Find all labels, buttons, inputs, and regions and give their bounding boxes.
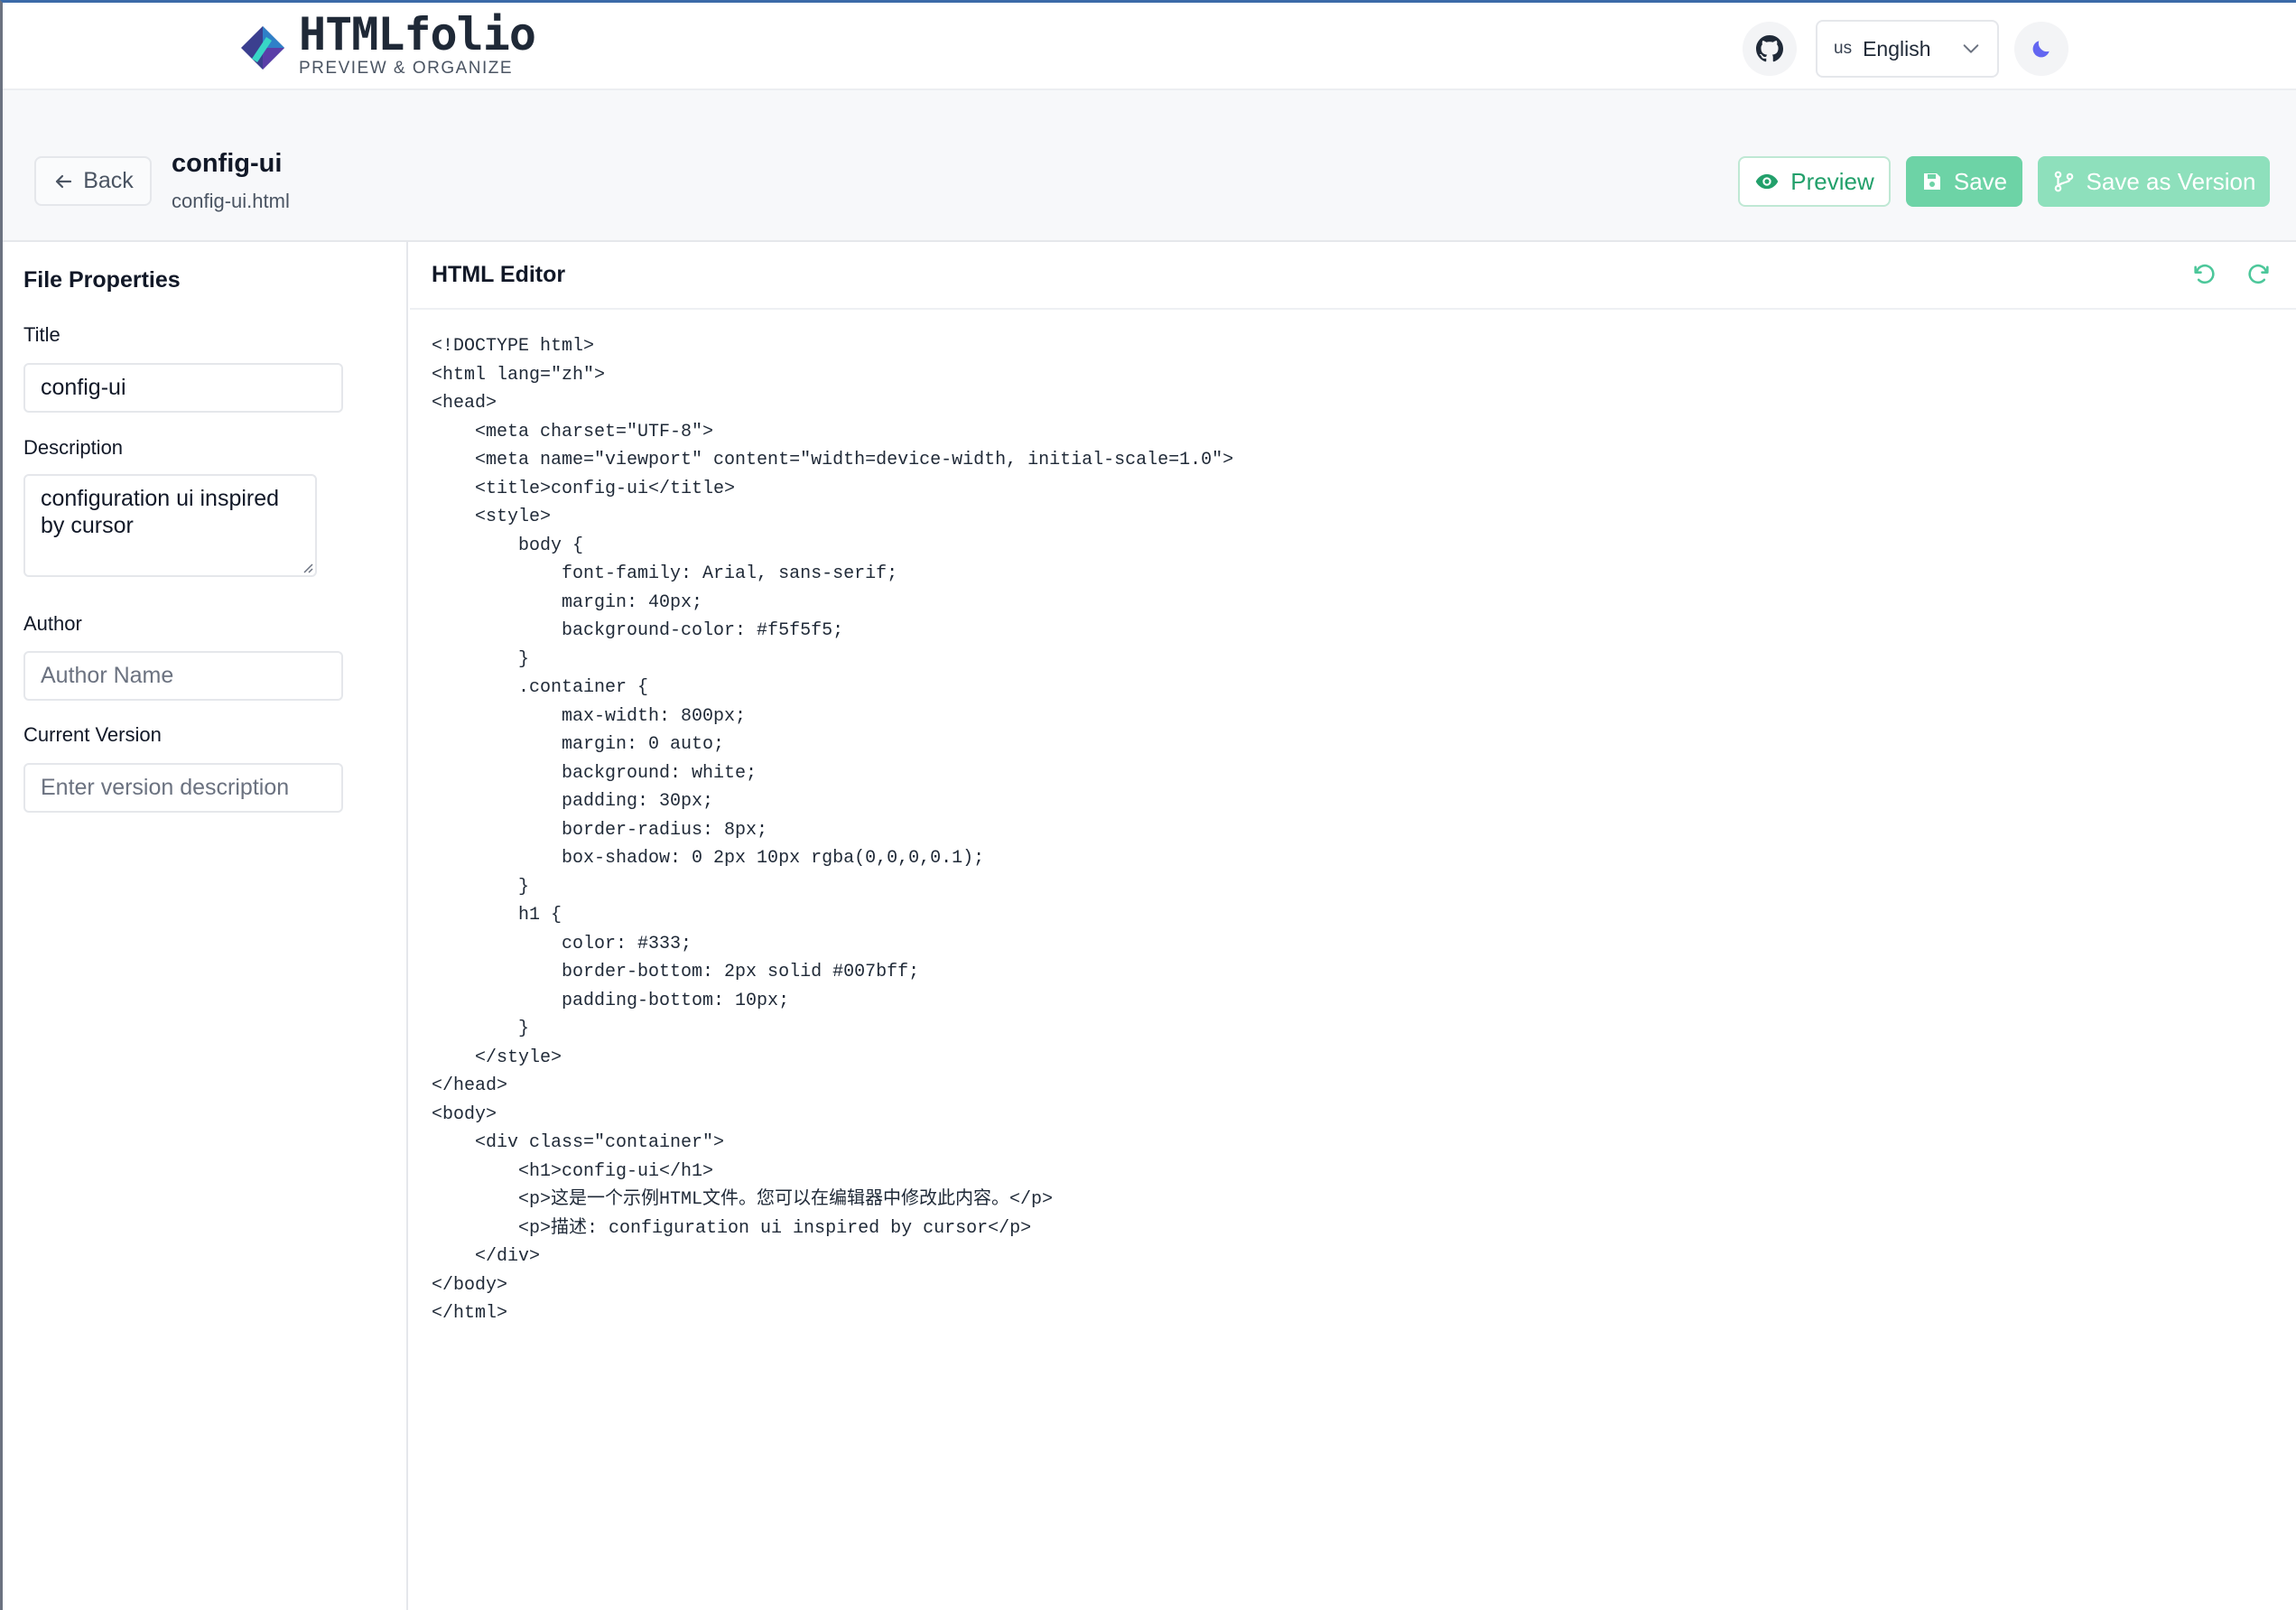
save-as-version-button[interactable]: Save as Version <box>2038 156 2270 207</box>
code-line[interactable]: margin: 0 auto; <box>432 731 2273 759</box>
logo-subtitle: PREVIEW & ORGANIZE <box>299 59 514 78</box>
app-logo[interactable]: HTMLfolio PREVIEW & ORGANIZE <box>239 8 536 79</box>
code-line[interactable]: border-radius: 8px; <box>432 816 2273 845</box>
language-flag: us <box>1834 39 1853 58</box>
code-line[interactable]: <h1>config-ui</h1> <box>432 1158 2273 1187</box>
app-window: HTMLfolio PREVIEW & ORGANIZE us English <box>0 0 2296 1610</box>
code-line[interactable]: background-color: #f5f5f5; <box>432 617 2273 646</box>
code-line[interactable]: padding: 30px; <box>432 787 2273 816</box>
code-line[interactable]: box-shadow: 0 2px 10px rgba(0,0,0,0.1); <box>432 844 2273 873</box>
code-line[interactable]: <body> <box>432 1101 2273 1130</box>
author-label: Author <box>23 612 82 635</box>
logo-diamond-icon <box>241 26 284 70</box>
code-editor[interactable]: <!DOCTYPE html> <html lang="zh"> <head> <m… <box>432 332 2273 1328</box>
github-button[interactable] <box>1743 22 1797 76</box>
code-line[interactable]: h1 { <box>432 901 2273 930</box>
code-line[interactable]: max-width: 800px; <box>432 703 2273 731</box>
code-line[interactable]: </div> <box>432 1242 2273 1271</box>
code-line[interactable]: <head> <box>432 389 2273 418</box>
code-line[interactable]: <meta name="viewport" content="width=dev… <box>432 446 2273 475</box>
eye-icon <box>1756 173 1779 190</box>
code-line[interactable]: </style> <box>432 1044 2273 1073</box>
arrow-left-icon <box>56 174 72 188</box>
floppy-disk-icon <box>1923 173 1940 190</box>
resize-handle-icon[interactable] <box>301 561 313 573</box>
code-line[interactable]: <title>config-ui</title> <box>432 475 2273 504</box>
version-description-input[interactable]: Enter version description <box>23 763 343 813</box>
code-line[interactable]: padding-bottom: 10px; <box>432 987 2273 1016</box>
code-line[interactable]: margin: 40px; <box>432 589 2273 618</box>
code-line[interactable]: border-bottom: 2px solid #007bff; <box>432 958 2273 987</box>
language-select[interactable]: us English <box>1816 20 1999 78</box>
code-line[interactable]: .container { <box>432 674 2273 703</box>
code-line[interactable]: </body> <box>432 1271 2273 1300</box>
redo-icon[interactable] <box>2246 262 2272 287</box>
logo-title: HTMLfolio <box>299 8 536 60</box>
top-navbar: HTMLfolio PREVIEW & ORGANIZE us English <box>3 3 2296 90</box>
language-label: English <box>1863 36 1931 60</box>
code-line[interactable]: <style> <box>432 503 2273 532</box>
save-as-version-label: Save as Version <box>2086 167 2256 195</box>
code-line[interactable]: } <box>432 873 2273 902</box>
code-line[interactable]: <div class="container"> <box>432 1129 2273 1158</box>
html-editor-panel: HTML Editor <!DOCTYPE html> <html lang="z… <box>410 242 2296 1610</box>
preview-button[interactable]: Preview <box>1738 156 1891 207</box>
save-button-label: Save <box>1953 167 2008 195</box>
code-line[interactable]: background: white; <box>432 759 2273 788</box>
title-input[interactable]: config-ui <box>23 363 343 413</box>
code-line[interactable]: color: #333; <box>432 930 2273 959</box>
editor-header: HTML Editor <box>410 242 2296 310</box>
code-line[interactable]: </head> <box>432 1072 2273 1101</box>
code-line[interactable]: </html> <box>432 1299 2273 1328</box>
editor-toolbar: Back config-ui config-ui.html Preview Sa… <box>3 90 2296 242</box>
file-name: config-ui.html <box>172 190 290 212</box>
theme-toggle-button[interactable] <box>2014 22 2068 76</box>
undo-icon[interactable] <box>2191 262 2217 287</box>
description-label: Description <box>23 436 124 459</box>
description-text: configuration ui inspired by cursor <box>41 486 280 538</box>
code-line[interactable]: } <box>432 1015 2273 1044</box>
editor-title: HTML Editor <box>432 262 566 287</box>
chevron-down-icon <box>1963 44 1979 53</box>
code-line[interactable]: font-family: Arial, sans-serif; <box>432 560 2273 589</box>
title-label: Title <box>23 323 60 346</box>
file-title: config-ui <box>172 149 283 178</box>
author-input[interactable]: Author Name <box>23 651 343 701</box>
file-properties-panel: File Properties Title config-ui Descript… <box>3 242 408 1610</box>
file-properties-heading: File Properties <box>23 267 181 293</box>
code-line[interactable]: <!DOCTYPE html> <box>432 332 2273 361</box>
code-line[interactable]: <p>这是一个示例HTML文件。您可以在编辑器中修改此内容。</p> <box>432 1186 2273 1214</box>
git-branch-icon <box>2054 171 2073 192</box>
code-line[interactable]: body { <box>432 532 2273 561</box>
back-button[interactable]: Back <box>34 156 152 206</box>
preview-button-label: Preview <box>1790 167 1874 195</box>
moon-icon <box>2032 41 2050 58</box>
code-line[interactable]: <p>描述: configuration ui inspired by curs… <box>432 1214 2273 1243</box>
code-line[interactable]: <meta charset="UTF-8"> <box>432 418 2273 447</box>
description-textarea[interactable]: configuration ui inspired by cursor <box>23 474 317 577</box>
save-button[interactable]: Save <box>1906 156 2022 207</box>
back-button-label: Back <box>83 168 134 193</box>
code-line[interactable]: <html lang="zh"> <box>432 361 2273 390</box>
current-version-label: Current Version <box>23 723 162 746</box>
code-line[interactable]: } <box>432 646 2273 675</box>
github-icon <box>1756 35 1783 62</box>
